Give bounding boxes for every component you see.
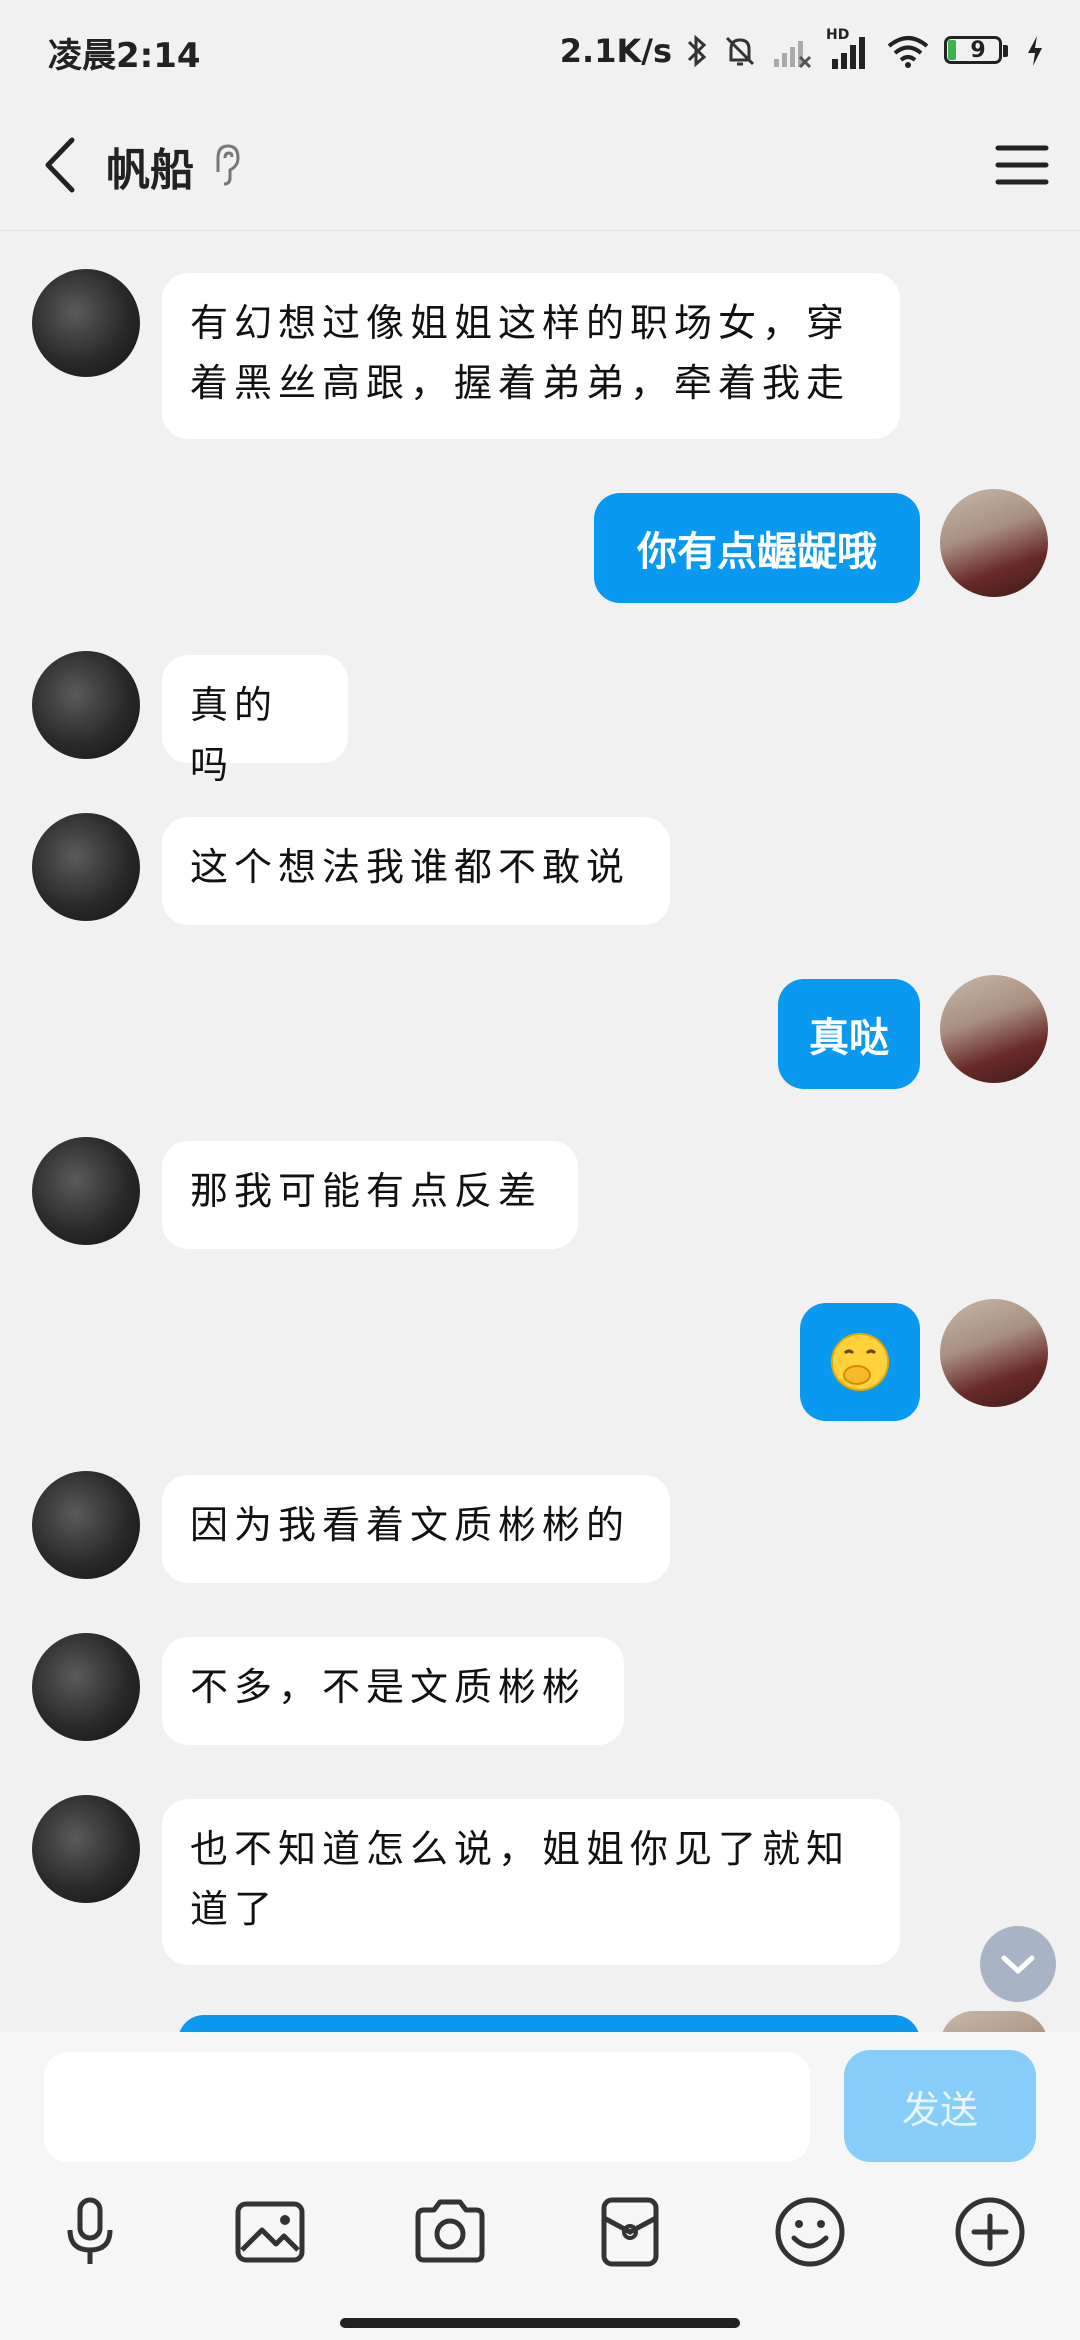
microphone-icon[interactable] xyxy=(50,2192,130,2272)
outgoing-emoji-message[interactable] xyxy=(800,1303,920,1421)
status-time: 凌晨2:14 xyxy=(48,36,201,76)
self-avatar[interactable] xyxy=(940,1299,1048,1407)
bell-muted-icon xyxy=(725,36,755,66)
contact-avatar[interactable] xyxy=(32,1471,140,1579)
signal-weak-icon xyxy=(774,41,812,69)
back-arrow-icon[interactable] xyxy=(30,130,100,200)
incoming-message[interactable]: 有幻想过像姐姐这样的职场女，穿着黑丝高跟，握着弟弟，牵着我走 xyxy=(162,273,900,439)
smiley-icon[interactable] xyxy=(770,2192,850,2272)
incoming-message[interactable]: 不多，不是文质彬彬 xyxy=(162,1637,624,1745)
contact-avatar[interactable] xyxy=(32,813,140,921)
red-packet-icon[interactable] xyxy=(590,2192,670,2272)
contact-avatar[interactable] xyxy=(32,1795,140,1903)
self-avatar[interactable] xyxy=(940,975,1048,1083)
chat-header: 帆船 xyxy=(0,100,1080,231)
image-icon[interactable] xyxy=(230,2192,310,2272)
battery-indicator: 9 xyxy=(944,34,1012,68)
message-list[interactable]: 有幻想过像姐姐这样的职场女，穿着黑丝高跟，握着弟弟，牵着我走 你有点龌龊哦 真的… xyxy=(0,231,1080,2045)
chevron-down-icon xyxy=(1001,1955,1035,1974)
incoming-message[interactable]: 真的吗 xyxy=(162,655,348,787)
contact-avatar[interactable] xyxy=(32,269,140,377)
incoming-message[interactable]: 这个想法我谁都不敢说 xyxy=(162,817,670,925)
status-icons: 2.1K/s HD 9 xyxy=(560,26,1044,76)
plus-icon[interactable] xyxy=(950,2192,1030,2272)
menu-icon[interactable] xyxy=(992,138,1052,192)
incoming-message[interactable]: 也不知道怎么说，姐姐你见了就知道了 xyxy=(162,1799,900,1965)
battery-level: 9 xyxy=(970,38,986,63)
chat-title: 帆船 xyxy=(106,145,194,196)
contact-avatar[interactable] xyxy=(32,651,140,759)
scroll-to-bottom-button[interactable] xyxy=(980,1926,1056,2002)
charging-icon xyxy=(1028,36,1042,66)
input-toolbar xyxy=(0,2192,1080,2292)
input-area: 发送 xyxy=(0,2032,1080,2340)
outgoing-message[interactable]: 你有点龌龊哦 xyxy=(594,493,920,603)
contact-avatar[interactable] xyxy=(32,1137,140,1245)
status-bar: 凌晨2:14 2.1K/s HD 9 xyxy=(0,0,1080,100)
send-button[interactable]: 发送 xyxy=(844,2050,1036,2162)
camera-icon[interactable] xyxy=(410,2192,490,2272)
signal-hd-icon: HD xyxy=(826,27,872,71)
contact-avatar[interactable] xyxy=(32,1633,140,1741)
ear-icon[interactable] xyxy=(210,142,244,188)
network-speed: 2.1K/s xyxy=(559,32,672,70)
incoming-message[interactable]: 那我可能有点反差 xyxy=(162,1141,578,1249)
self-avatar[interactable] xyxy=(940,489,1048,597)
outgoing-message[interactable]: 真哒 xyxy=(778,979,920,1089)
face-with-hand-over-mouth-icon xyxy=(831,1333,889,1391)
bluetooth-icon xyxy=(687,34,707,68)
wifi-icon xyxy=(887,36,929,68)
home-indicator[interactable] xyxy=(340,2318,740,2328)
incoming-message[interactable]: 因为我看着文质彬彬的 xyxy=(162,1475,670,1583)
message-input[interactable] xyxy=(44,2052,810,2162)
